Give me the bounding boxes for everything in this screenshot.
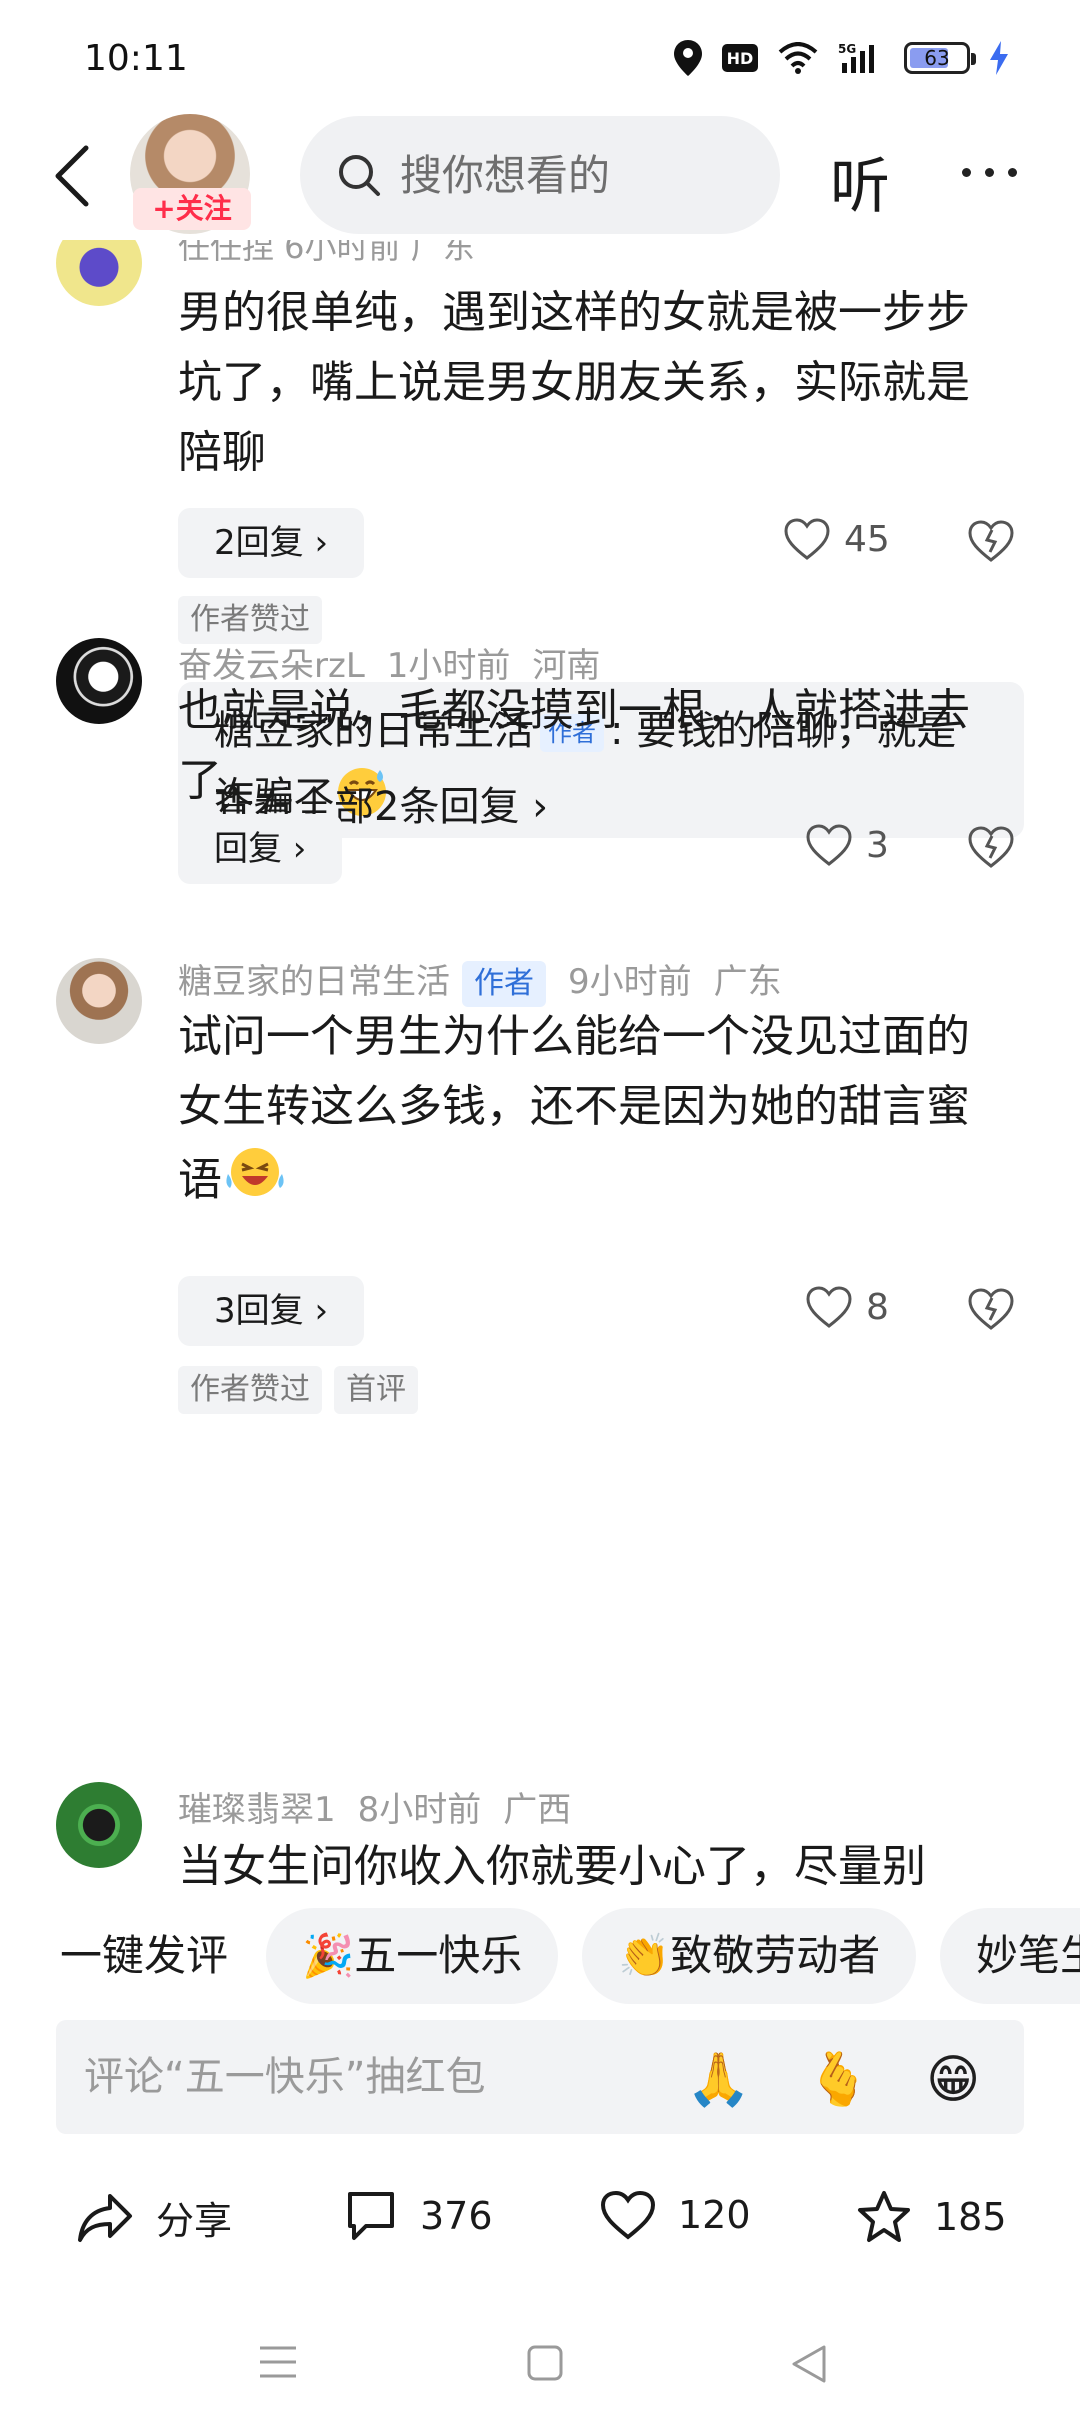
tag-author-liked: 作者赞过: [178, 1366, 322, 1414]
commenter-name[interactable]: 璀璨翡翠1: [178, 1790, 336, 1830]
svg-text:HD: HD: [727, 49, 754, 68]
comment-placeholder: 评论“五一快乐”抽红包: [84, 2054, 486, 2100]
status-icons: HD 5G 63: [674, 40, 1008, 76]
laughing-crying-emoji-icon: [222, 1142, 288, 1223]
home-icon[interactable]: [526, 2344, 564, 2382]
system-nav-bar: [0, 2300, 1080, 2412]
comment-text: 当女生问你收入你就要小心了，尽量别: [178, 1841, 926, 1890]
commenter-avatar[interactable]: [56, 1782, 142, 1868]
quick-chip-may-day[interactable]: 🎉五一快乐: [266, 1908, 559, 2004]
grin-emoji-icon[interactable]: 😁: [926, 2050, 986, 2110]
search-input[interactable]: [400, 150, 760, 200]
dislike-icon[interactable]: [968, 520, 1014, 562]
like-count: 8: [866, 1286, 889, 1328]
comment-list: 任任捏 6小时前 广东 男的很单纯，遇到这样的女就是被一步步坑了，嘴上说是男女朋…: [0, 240, 1080, 1890]
pray-emoji-icon[interactable]: 🙏: [686, 2050, 751, 2110]
favorite-count: 185: [934, 2195, 1007, 2239]
like-button[interactable]: 8: [806, 1286, 889, 1328]
hd-icon: HD: [722, 44, 758, 72]
quick-chip-brilliant[interactable]: 妙笔生花: [940, 1908, 1080, 2004]
star-icon: [858, 2191, 910, 2242]
finger-heart-emoji-icon[interactable]: 🫰: [806, 2050, 871, 2110]
share-icon: [78, 2193, 132, 2242]
listen-button[interactable]: 听: [830, 138, 890, 225]
wifi-icon: [778, 42, 818, 74]
battery-icon: 63: [904, 42, 976, 74]
location-icon: [674, 40, 702, 76]
like-count: 45: [844, 518, 890, 560]
heart-icon: [784, 518, 830, 560]
dislike-icon[interactable]: [968, 826, 1014, 868]
comment-count: 376: [420, 2194, 493, 2238]
comment-icon: [348, 2192, 394, 2240]
favorite-button[interactable]: 185: [856, 2190, 1007, 2244]
signal-icon: 5G: [838, 42, 874, 73]
share-button[interactable]: 分享: [76, 2190, 232, 2245]
comment-text: 也就是说，毛都没摸到一根，人就搭进去了。: [178, 685, 970, 806]
comment-meta: 璀璨翡翠1 8小时前 广西: [178, 1782, 593, 1831]
comment-meta: 任任捏 6小时前 广东: [178, 240, 475, 266]
author-badge: 作者: [462, 961, 546, 1007]
like-button[interactable]: 3: [806, 824, 889, 866]
back-arrow-icon[interactable]: [50, 144, 94, 208]
heart-icon: [600, 2190, 656, 2240]
like-count: 120: [678, 2193, 751, 2237]
search-bar[interactable]: [300, 116, 780, 234]
like-button[interactable]: 45: [784, 518, 890, 560]
comment-text: 试问一个男生为什么能给一个没见过面的女生转这么多钱，还不是因为她的甜言蜜语: [178, 1002, 1008, 1223]
comment-meta: 糖豆家的日常生活 作者 9小时前 广东: [178, 954, 804, 1007]
svg-text:5G: 5G: [838, 42, 856, 56]
reply-button[interactable]: 2回复 ›: [178, 508, 365, 578]
commenter-avatar[interactable]: [56, 638, 142, 724]
menu-icon[interactable]: [258, 2344, 298, 2380]
comment-region: 广西: [503, 1790, 572, 1830]
comment-time: 9小时前: [568, 962, 692, 1002]
heart-icon: [806, 824, 852, 866]
quick-comment-bar: 一键发评 🎉五一快乐 👏致敬劳动者 妙笔生花: [0, 1908, 1080, 2004]
comment-text: 男的很单纯，遇到这样的女就是被一步步坑了，嘴上说是男女朋友关系，实际就是陪聊: [178, 287, 970, 478]
heart-icon: [806, 1286, 852, 1328]
reply-button[interactable]: 回复 ›: [178, 814, 343, 884]
commenter-avatar[interactable]: [56, 240, 142, 306]
follow-button[interactable]: +关注: [133, 188, 251, 230]
charging-icon: [990, 41, 1008, 75]
commenter-avatar[interactable]: [56, 958, 142, 1044]
back-triangle-icon[interactable]: [790, 2344, 828, 2384]
tag-author-liked: 作者赞过: [178, 596, 322, 644]
dislike-icon[interactable]: [968, 1288, 1014, 1330]
bottom-action-bar: 分享 376 120 185: [0, 2170, 1080, 2280]
comment-tags: 作者赞过 首评: [178, 1366, 418, 1414]
search-icon: [339, 155, 380, 196]
top-nav: +关注 听: [0, 110, 1080, 240]
comment-input[interactable]: 评论“五一快乐”抽红包 🙏 🫰 😁: [56, 2020, 1024, 2134]
commenter-name[interactable]: 糖豆家的日常生活: [178, 962, 450, 1002]
status-time: 10:11: [84, 38, 188, 79]
comment-region: 广东: [713, 962, 782, 1002]
like-article-button[interactable]: 120: [600, 2190, 751, 2240]
status-bar: 10:11 HD 5G 63: [0, 0, 1080, 120]
comment-tags: 作者赞过: [178, 596, 322, 644]
like-count: 3: [866, 824, 889, 866]
comment-time: 8小时前: [357, 1790, 482, 1830]
one-click-comment[interactable]: 一键发评: [60, 1908, 228, 2004]
tag-first-comment: 首评: [334, 1366, 418, 1414]
comments-button[interactable]: 376: [344, 2190, 493, 2242]
more-options-icon[interactable]: [962, 168, 1017, 177]
reply-button[interactable]: 3回复 ›: [178, 1276, 365, 1346]
quick-chip-salute-workers[interactable]: 👏致敬劳动者: [582, 1908, 917, 2004]
